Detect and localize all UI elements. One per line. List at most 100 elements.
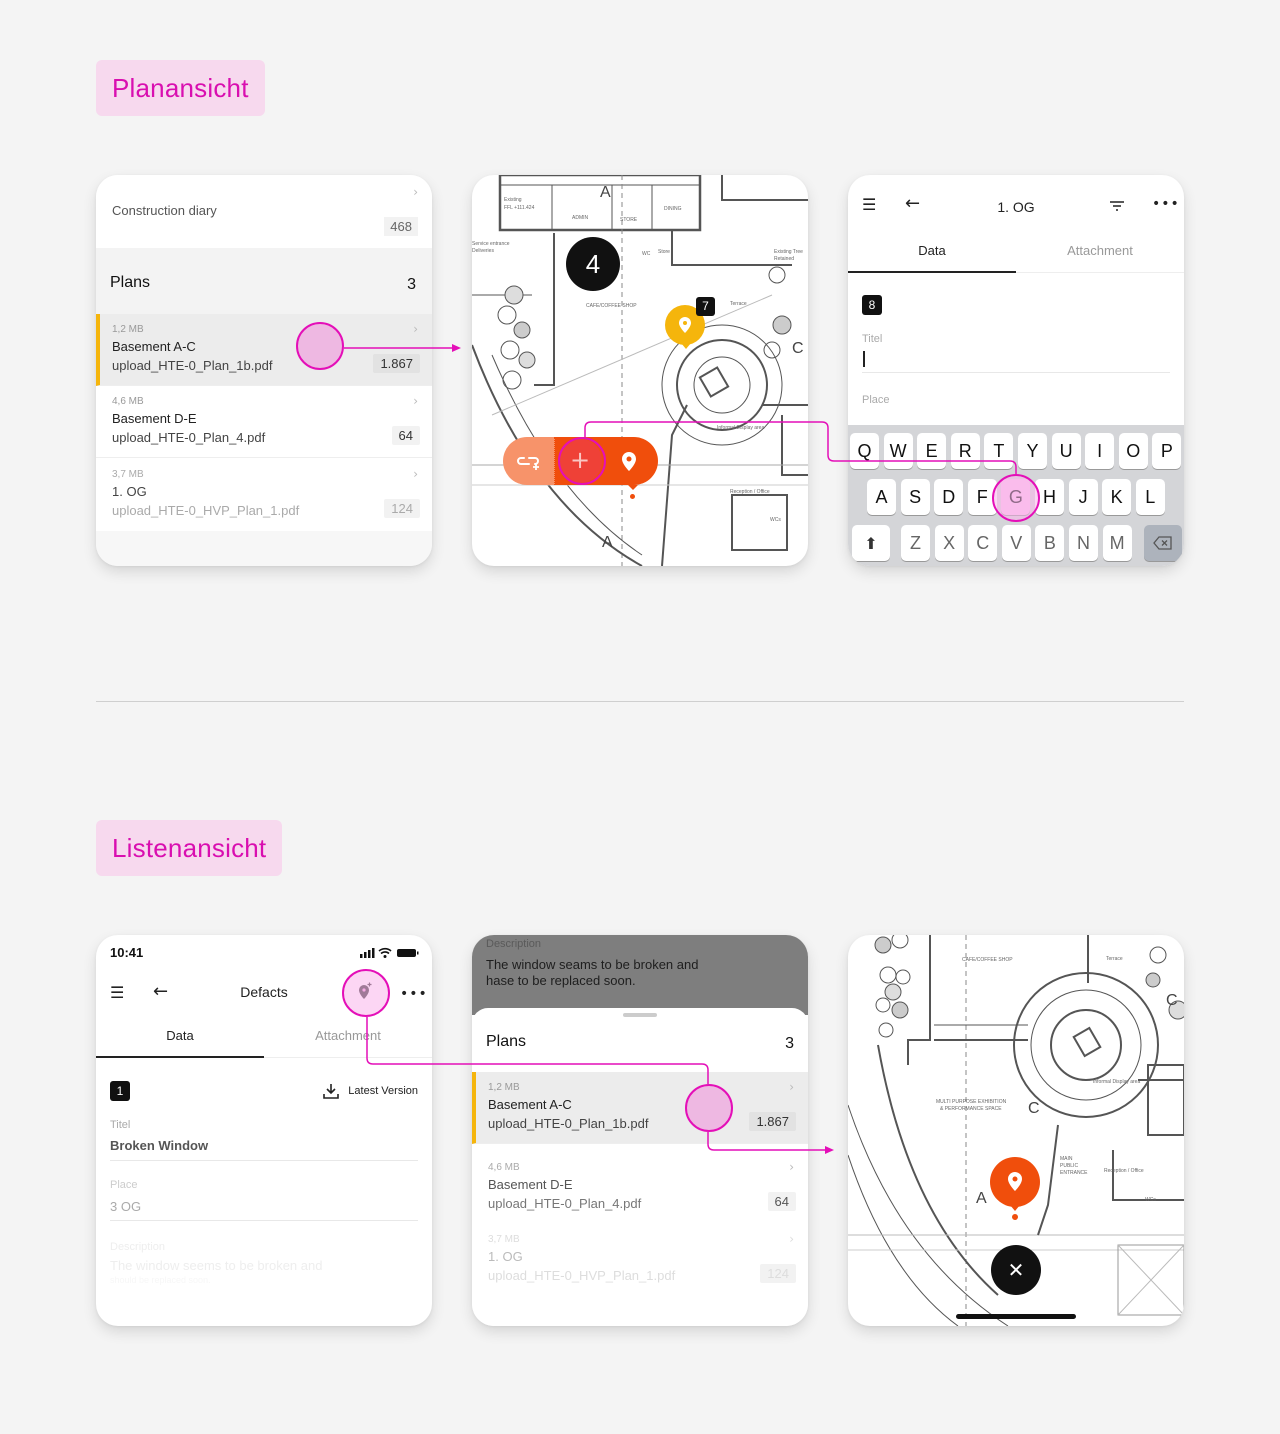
wifi-icon [378,947,392,958]
link-add-button[interactable] [503,437,555,485]
titel-value[interactable]: Broken Window [110,1138,208,1153]
bottom-sheet: Plans 3 › 1,2 MB Basement A-C upload_HTE… [472,1008,808,1326]
section-tag-plan-view: Planansicht [96,60,265,116]
titel-input[interactable] [862,349,1162,371]
pin-icon [622,452,636,471]
plan-size: 3,7 MB [112,469,144,480]
app-header: ☰ ← 1. OG ••• [848,175,1184,225]
field-underline [110,1160,418,1161]
key-t[interactable]: T [984,433,1014,469]
floor-plan-drawing[interactable]: Existing FFL +111.424 ADMIN STORE DINING… [472,175,808,566]
more-icon[interactable]: ••• [400,987,428,1001]
close-button[interactable]: ✕ [991,1245,1041,1295]
latest-version-label: Latest Version [348,1085,418,1097]
key-w[interactable]: W [883,433,913,469]
dimmed-backdrop[interactable]: Description The window seams to be broke… [472,935,808,1015]
titel-label: Titel [110,1119,131,1131]
plan-list-item[interactable]: › 3,7 MB 1. OG upload_HTE-0_HVP_Plan_1.p… [472,1224,808,1296]
section-mark-c: C [1028,1100,1040,1117]
description-value[interactable]: The window seems to be broken and [110,1258,322,1273]
plan-list-item[interactable]: › 3,7 MB 1. OG upload_HTE-0_HVP_Plan_1.p… [96,459,432,531]
more-icon[interactable]: ••• [1152,197,1180,211]
touch-indicator [296,322,344,370]
diary-count: 468 [384,217,418,236]
backspace-key[interactable] [1144,525,1182,561]
key-u[interactable]: U [1051,433,1081,469]
latest-version-button[interactable]: Latest Version [322,1081,418,1101]
key-l[interactable]: L [1135,479,1165,515]
key-a[interactable]: A [867,479,896,515]
list-footer [96,531,432,566]
pin-icon [1008,1172,1022,1191]
key-q[interactable]: Q [850,433,879,469]
pin-target-dot [630,494,635,499]
link-add-icon [517,457,539,470]
label-informal: Informal Display area [717,425,764,431]
chevron-right-icon: › [413,185,418,199]
description-line-1: The window seams to be broken and [486,957,699,972]
battery-icon [397,949,419,957]
plan-list-item[interactable]: › 1,2 MB Basement A-C upload_HTE-0_Plan_… [96,314,432,386]
key-n[interactable]: N [1069,525,1098,561]
plan-count: 124 [384,499,420,518]
shift-key[interactable]: ⬆ [852,525,890,561]
plan-count: 1.867 [749,1112,796,1131]
key-y[interactable]: Y [1018,433,1047,469]
download-icon [323,1084,340,1099]
screen-plans-list: › Construction diary 468 Plans 3 › 1,2 M… [96,175,432,566]
touch-indicator [685,1084,733,1132]
tab-data[interactable]: Data [848,229,1016,273]
key-m[interactable]: M [1102,525,1132,561]
touch-indicator [992,474,1040,522]
chevron-right-icon: › [413,467,418,481]
tab-data[interactable]: Data [96,1014,264,1058]
plan-name: Basement A-C [488,1097,572,1112]
key-v[interactable]: V [1001,525,1031,561]
key-p[interactable]: P [1152,433,1182,469]
key-b[interactable]: B [1035,525,1065,561]
tab-attachment[interactable]: Attachment [264,1014,432,1058]
key-d[interactable]: D [934,479,964,515]
label-retained: Retained [774,256,794,262]
place-value[interactable]: 3 OG [110,1199,141,1214]
filter-icon[interactable] [1109,199,1125,213]
key-r[interactable]: R [950,433,980,469]
plan-list-item[interactable]: › 1,2 MB Basement A-C upload_HTE-0_Plan_… [472,1072,808,1144]
plan-name: 1. OG [112,484,147,499]
key-s[interactable]: S [900,479,930,515]
key-i[interactable]: I [1085,433,1115,469]
sheet-drag-handle[interactable] [623,1013,657,1017]
place-pin-button[interactable] [617,449,641,473]
construction-diary-row[interactable]: › Construction diary 468 [96,175,432,248]
marker-tail [681,343,691,349]
plan-list-item[interactable]: › 4,6 MB Basement D-E upload_HTE-0_Plan_… [96,386,432,458]
placed-defect-marker[interactable] [990,1157,1040,1207]
cluster-count-bubble[interactable]: 4 [566,237,620,291]
plan-file: upload_HTE-0_HVP_Plan_1.pdf [112,503,300,518]
plan-file: upload_HTE-0_Plan_1b.pdf [112,358,273,373]
connector-arrowhead [825,1146,834,1154]
plan-file: upload_HTE-0_HVP_Plan_1.pdf [488,1268,676,1283]
key-x[interactable]: X [934,525,964,561]
screen-floor-plan[interactable]: Existing FFL +111.424 ADMIN STORE DINING… [472,175,808,566]
key-e[interactable]: E [917,433,947,469]
key-c[interactable]: C [968,525,998,561]
tab-attachment[interactable]: Attachment [1016,229,1184,273]
shift-icon: ⬆ [864,534,878,553]
key-o[interactable]: O [1118,433,1148,469]
key-k[interactable]: K [1102,479,1132,515]
label-ffl: FFL +111.424 [504,205,535,211]
label-main: MAIN [1060,1156,1073,1162]
description-line-2: hase to be replaced soon. [486,973,636,988]
plan-count: 64 [391,426,420,445]
label-public: PUBLIC [1060,1163,1078,1169]
label-deliveries: Deliveries [472,248,494,254]
plan-list-item[interactable]: › 4,6 MB Basement D-E upload_HTE-0_Plan_… [472,1152,808,1224]
screen-plan-pin-placed[interactable]: CAFE/COFFEE SHOP Terrace MULTI PURPOSE E… [848,935,1184,1326]
label-wcs: WCs [1145,1197,1156,1203]
plan-size: 4,6 MB [488,1162,520,1173]
connector-arrowhead [452,344,461,352]
key-z[interactable]: Z [901,525,930,561]
key-j[interactable]: J [1068,479,1098,515]
signal-icon [360,948,375,958]
